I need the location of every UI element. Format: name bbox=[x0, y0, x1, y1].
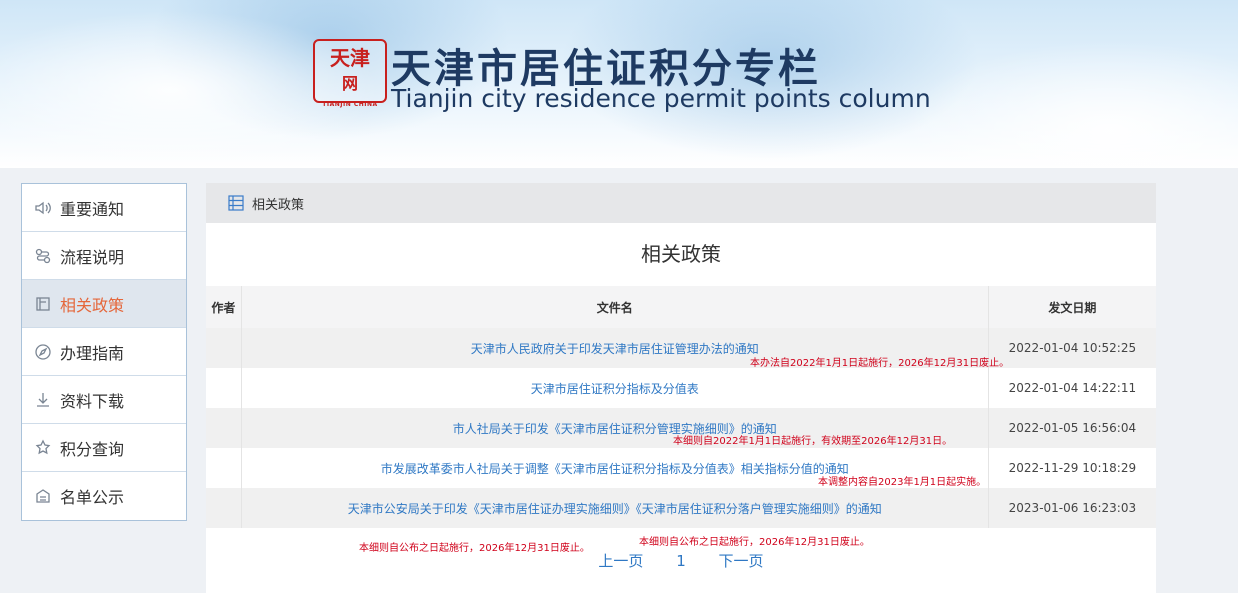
column-header-date: 发文日期 bbox=[988, 286, 1156, 328]
date-text: 2022-01-04 14:22:11 bbox=[1008, 381, 1137, 395]
pagination: 上一页 1 下一页 bbox=[206, 550, 1156, 571]
sidebar-item-label: 流程说明 bbox=[60, 247, 125, 267]
validity-note: 本细则自2022年1月1日起施行，有效期至2026年12月31日。 bbox=[673, 436, 953, 447]
sidebar-item-process[interactable]: 流程说明 bbox=[22, 232, 186, 280]
speaker-icon bbox=[34, 199, 52, 217]
policy-icon bbox=[34, 295, 52, 313]
date-cell: 2022-01-04 14:22:11 bbox=[988, 368, 1156, 408]
list-icon bbox=[34, 487, 52, 505]
document-link[interactable]: 天津市居住证积分指标及分值表 bbox=[531, 382, 699, 396]
document-link[interactable]: 天津市公安局关于印发《天津市居住证办理实施细则》《天津市居住证积分落户管理实施细… bbox=[348, 502, 882, 516]
banner-subtitle: Tianjin city residence permit points col… bbox=[391, 84, 931, 113]
validity-note: 本办法自2022年1月1日起施行，2026年12月31日废止。 bbox=[750, 358, 1010, 369]
breadcrumb: 相关政策 bbox=[206, 183, 1156, 223]
document-link[interactable]: 市发展改革委市人社局关于调整《天津市居住证积分指标及分值表》相关指标分值的通知 bbox=[381, 462, 849, 476]
validity-note: 本调整内容自2023年1月1日起实施。 bbox=[818, 477, 987, 488]
date-text: 2022-01-04 10:52:25 bbox=[1008, 341, 1137, 355]
date-text: 2023-01-06 16:23:03 bbox=[1008, 501, 1137, 515]
filename-cell: 天津市居住证积分指标及分值表 bbox=[241, 368, 989, 408]
list-icon bbox=[228, 195, 244, 211]
sidebar-item-points-query[interactable]: 积分查询 bbox=[22, 424, 186, 472]
next-page-link[interactable]: 下一页 bbox=[719, 552, 764, 570]
sidebar-item-label: 办理指南 bbox=[60, 343, 125, 363]
column-header-filename: 文件名 bbox=[241, 286, 989, 328]
points-icon bbox=[34, 439, 52, 457]
author-cell bbox=[206, 408, 242, 448]
date-text: 2022-11-29 10:18:29 bbox=[1008, 461, 1137, 475]
sidebar-item-downloads[interactable]: 资料下载 bbox=[22, 376, 186, 424]
header-banner: 天津 网 TIANJIN CHINA 天津市居住证积分专栏 Tianjin ci… bbox=[0, 0, 1238, 168]
download-icon bbox=[34, 391, 52, 409]
sidebar-item-public-list[interactable]: 名单公示 bbox=[22, 472, 186, 520]
author-cell bbox=[206, 368, 242, 408]
flow-icon bbox=[34, 247, 52, 265]
table-row: 天津市人民政府关于印发天津市居住证管理办法的通知 2022-01-04 10:5… bbox=[206, 328, 1156, 368]
policy-table: 作者 文件名 发文日期 天津市人民政府关于印发天津市居住证管理办法的通知 202… bbox=[206, 286, 1156, 528]
main-content: 相关政策 相关政策 作者 文件名 发文日期 天津市人民政府关于印发天津市居住证管… bbox=[206, 183, 1156, 593]
author-cell bbox=[206, 448, 242, 488]
sidebar-item-notices[interactable]: 重要通知 bbox=[22, 184, 186, 232]
date-cell: 2022-01-04 10:52:25 bbox=[988, 328, 1156, 368]
filename-cell: 天津市公安局关于印发《天津市居住证办理实施细则》《天津市居住证积分落户管理实施细… bbox=[241, 488, 989, 528]
sidebar-item-policies[interactable]: 相关政策 bbox=[22, 280, 186, 328]
sidebar-item-label: 积分查询 bbox=[60, 439, 125, 459]
date-cell: 2022-11-29 10:18:29 bbox=[988, 448, 1156, 488]
page-title: 相关政策 bbox=[641, 242, 721, 266]
date-cell: 2022-01-05 16:56:04 bbox=[988, 408, 1156, 448]
sidebar-item-label: 资料下载 bbox=[60, 391, 125, 411]
document-link[interactable]: 天津市人民政府关于印发天津市居住证管理办法的通知 bbox=[471, 342, 759, 356]
validity-note: 本细则自公布之日起施行，2026年12月31日废止。 bbox=[639, 537, 870, 548]
sidebar-item-guide[interactable]: 办理指南 bbox=[22, 328, 186, 376]
seal-caption: TIANJIN CHINA bbox=[322, 101, 378, 108]
table-row: 天津市公安局关于印发《天津市居住证办理实施细则》《天津市居住证积分落户管理实施细… bbox=[206, 488, 1156, 528]
table-row: 天津市居住证积分指标及分值表 2022-01-04 14:22:11 bbox=[206, 368, 1156, 408]
current-page-number[interactable]: 1 bbox=[676, 552, 686, 570]
sidebar-item-label: 名单公示 bbox=[60, 488, 125, 507]
compass-icon bbox=[34, 343, 52, 361]
table-header-row: 作者 文件名 发文日期 bbox=[206, 286, 1156, 328]
sidebar-item-label: 重要通知 bbox=[60, 199, 125, 219]
author-cell bbox=[206, 488, 242, 528]
sidebar: 重要通知 流程说明 相关政策 办理指南 资料下载 积分查询 名单公示 bbox=[21, 183, 187, 521]
breadcrumb-label: 相关政策 bbox=[252, 197, 305, 213]
table-row: 市发展改革委市人社局关于调整《天津市居住证积分指标及分值表》相关指标分值的通知 … bbox=[206, 448, 1156, 488]
date-cell: 2023-01-06 16:23:03 bbox=[988, 488, 1156, 528]
author-cell bbox=[206, 328, 242, 368]
column-header-author: 作者 bbox=[206, 286, 242, 328]
prev-page-link[interactable]: 上一页 bbox=[598, 552, 643, 570]
date-text: 2022-01-05 16:56:04 bbox=[1008, 421, 1137, 435]
sidebar-item-label: 相关政策 bbox=[60, 295, 125, 315]
tianjin-seal-logo: 天津 网 bbox=[313, 39, 387, 103]
